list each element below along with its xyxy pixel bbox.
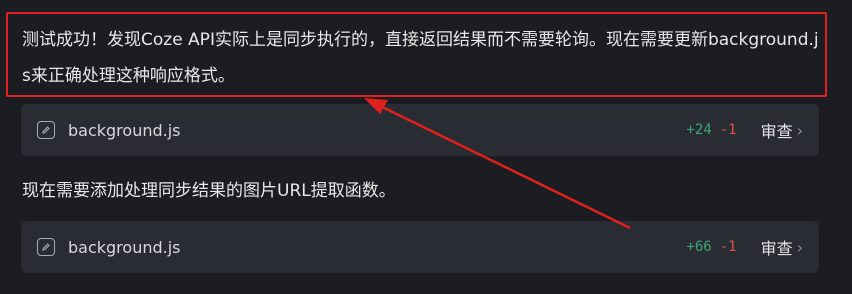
- file-change-card[interactable]: background.js +66 -1 审查 ›: [21, 221, 819, 273]
- deletions-count: -1: [719, 122, 737, 138]
- file-change-card[interactable]: background.js +24 -1 审查 ›: [21, 104, 819, 156]
- red-highlight-box: [6, 12, 827, 97]
- review-button[interactable]: 审查 ›: [761, 235, 803, 259]
- additions-count: +24: [686, 122, 712, 138]
- edit-icon: [37, 238, 55, 256]
- chevron-right-icon: ›: [796, 237, 803, 257]
- chat-panel: 测试成功！发现Coze API实际上是同步执行的，直接返回结果而不需要轮询。现在…: [0, 0, 852, 294]
- chevron-right-icon: ›: [796, 120, 803, 140]
- file-name: background.js: [68, 237, 181, 257]
- file-name: background.js: [68, 120, 181, 140]
- review-button[interactable]: 审查 ›: [761, 118, 803, 142]
- additions-count: +66: [686, 239, 712, 255]
- review-label: 审查: [760, 122, 793, 141]
- edit-icon: [37, 121, 55, 139]
- assistant-message-2: 现在需要添加处理同步结果的图片URL提取函数。: [22, 181, 396, 201]
- deletions-count: -1: [719, 239, 737, 255]
- review-label: 审查: [760, 239, 793, 258]
